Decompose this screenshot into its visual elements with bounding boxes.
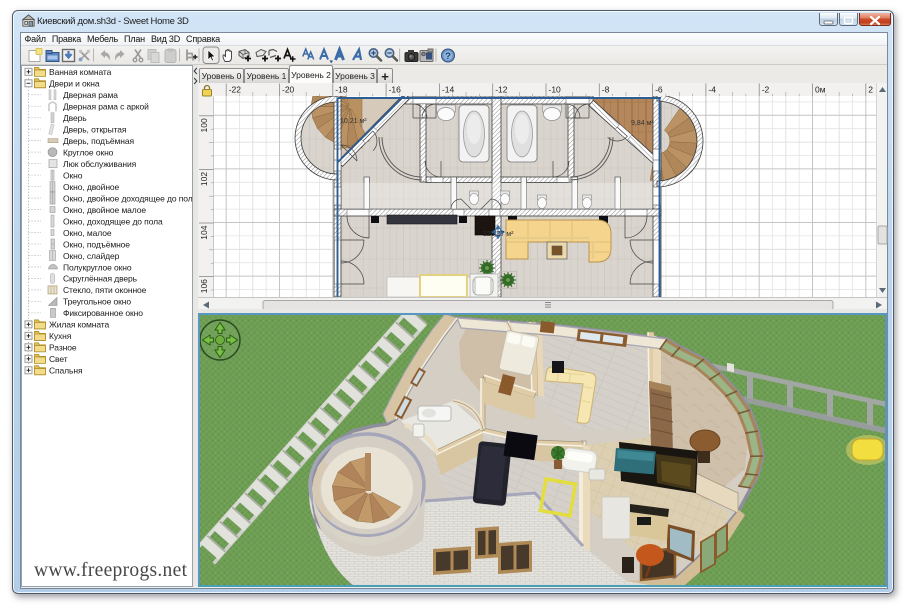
svg-text:106: 106: [199, 278, 209, 292]
svg-text:Дверь: Дверь: [63, 113, 87, 123]
svg-text:-4: -4: [708, 84, 716, 94]
svg-text:Жилая комната: Жилая комната: [49, 320, 109, 330]
svg-text:Ванная комната: Ванная комната: [49, 67, 112, 77]
svg-text:Разное: Разное: [49, 343, 77, 353]
svg-text:9,84 м²: 9,84 м²: [631, 120, 654, 127]
svg-text:?: ?: [445, 51, 451, 62]
svg-text:Полукруглое окно: Полукруглое окно: [63, 262, 132, 272]
svg-text:-10: -10: [549, 84, 562, 94]
svg-text:Люк обслуживания: Люк обслуживания: [63, 159, 137, 169]
svg-text:Кухня: Кухня: [49, 331, 72, 341]
svg-text:Окно, доходящее до пола: Окно, доходящее до пола: [63, 216, 163, 226]
svg-text:Окно, подъёмное: Окно, подъёмное: [63, 239, 130, 249]
svg-text:-22: -22: [229, 84, 242, 94]
svg-text:-18: -18: [335, 84, 348, 94]
svg-text:100: 100: [199, 118, 209, 132]
svg-text:-16: -16: [389, 84, 402, 94]
svg-text:104: 104: [199, 225, 209, 239]
svg-text:Окно, слайдер: Окно, слайдер: [63, 251, 120, 261]
svg-text:Треугольное окно: Треугольное окно: [63, 297, 131, 307]
svg-text:Дверная рама с аркой: Дверная рама с аркой: [63, 102, 149, 112]
svg-text:-6: -6: [655, 84, 663, 94]
svg-text:120,37 м²: 120,37 м²: [483, 231, 514, 238]
svg-text:Окно, двойное: Окно, двойное: [63, 182, 120, 192]
svg-text:Скруглённая дверь: Скруглённая дверь: [63, 274, 138, 284]
svg-text:0м: 0м: [815, 84, 826, 94]
svg-text:Дверь, открытая: Дверь, открытая: [63, 125, 127, 135]
svg-text:Спальня: Спальня: [49, 366, 83, 376]
svg-text:-14: -14: [442, 84, 455, 94]
svg-text:-12: -12: [495, 84, 508, 94]
svg-text:Свет: Свет: [49, 354, 68, 364]
svg-text:Стекло, пяти оконное: Стекло, пяти оконное: [63, 285, 147, 295]
svg-text:Круглое окно: Круглое окно: [63, 147, 114, 157]
svg-text:Дверь, подъёмная: Дверь, подъёмная: [63, 136, 135, 146]
svg-text:Окно, малое: Окно, малое: [63, 228, 112, 238]
svg-text:Окно: Окно: [63, 170, 83, 180]
svg-text:Двери и окна: Двери и окна: [49, 79, 100, 89]
svg-text:-2: -2: [762, 84, 770, 94]
svg-text:-20: -20: [282, 84, 295, 94]
svg-text:10,21 м²: 10,21 м²: [340, 118, 367, 125]
svg-text:Окно, двойное малое: Окно, двойное малое: [63, 205, 146, 215]
svg-text:102: 102: [199, 171, 209, 185]
svg-text:-8: -8: [602, 84, 610, 94]
svg-text:Фиксированное окно: Фиксированное окно: [63, 308, 143, 318]
svg-text:Дверная рама: Дверная рама: [63, 90, 118, 100]
svg-text:Окно, двойное доходящее до пол: Окно, двойное доходящее до пола: [63, 193, 192, 203]
svg-text:2: 2: [868, 84, 873, 94]
